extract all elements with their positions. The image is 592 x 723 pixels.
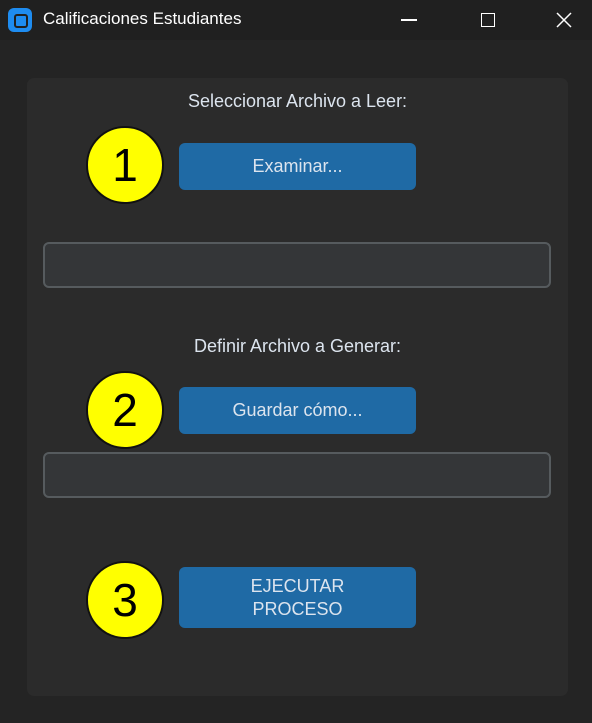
close-icon [556, 12, 572, 28]
maximize-icon [481, 13, 495, 27]
output-file-field[interactable] [43, 452, 551, 498]
save-as-button[interactable]: Guardar cómo... [179, 387, 416, 434]
input-file-field[interactable] [43, 242, 551, 288]
window-title: Calificaciones Estudiantes [43, 9, 242, 28]
output-file-label: Definir Archivo a Generar: [193, 336, 402, 356]
minimize-icon [401, 19, 417, 21]
maximize-button-icon-wrap[interactable] [478, 10, 498, 30]
run-process-label: EJECUTAR PROCESO [250, 575, 345, 619]
app-icon [8, 8, 32, 32]
browse-button[interactable]: Examinar... [179, 143, 416, 190]
select-file-label: Seleccionar Archivo a Leer: [187, 91, 408, 111]
step-marker-1: 1 [86, 126, 164, 204]
step-marker-2: 2 [86, 371, 164, 449]
close-button[interactable] [541, 0, 587, 40]
step-marker-3: 3 [86, 561, 164, 639]
minimize-button[interactable] [386, 0, 432, 40]
run-process-button[interactable]: EJECUTAR PROCESO [179, 567, 416, 628]
title-bar: Calificaciones Estudiantes [0, 0, 592, 40]
